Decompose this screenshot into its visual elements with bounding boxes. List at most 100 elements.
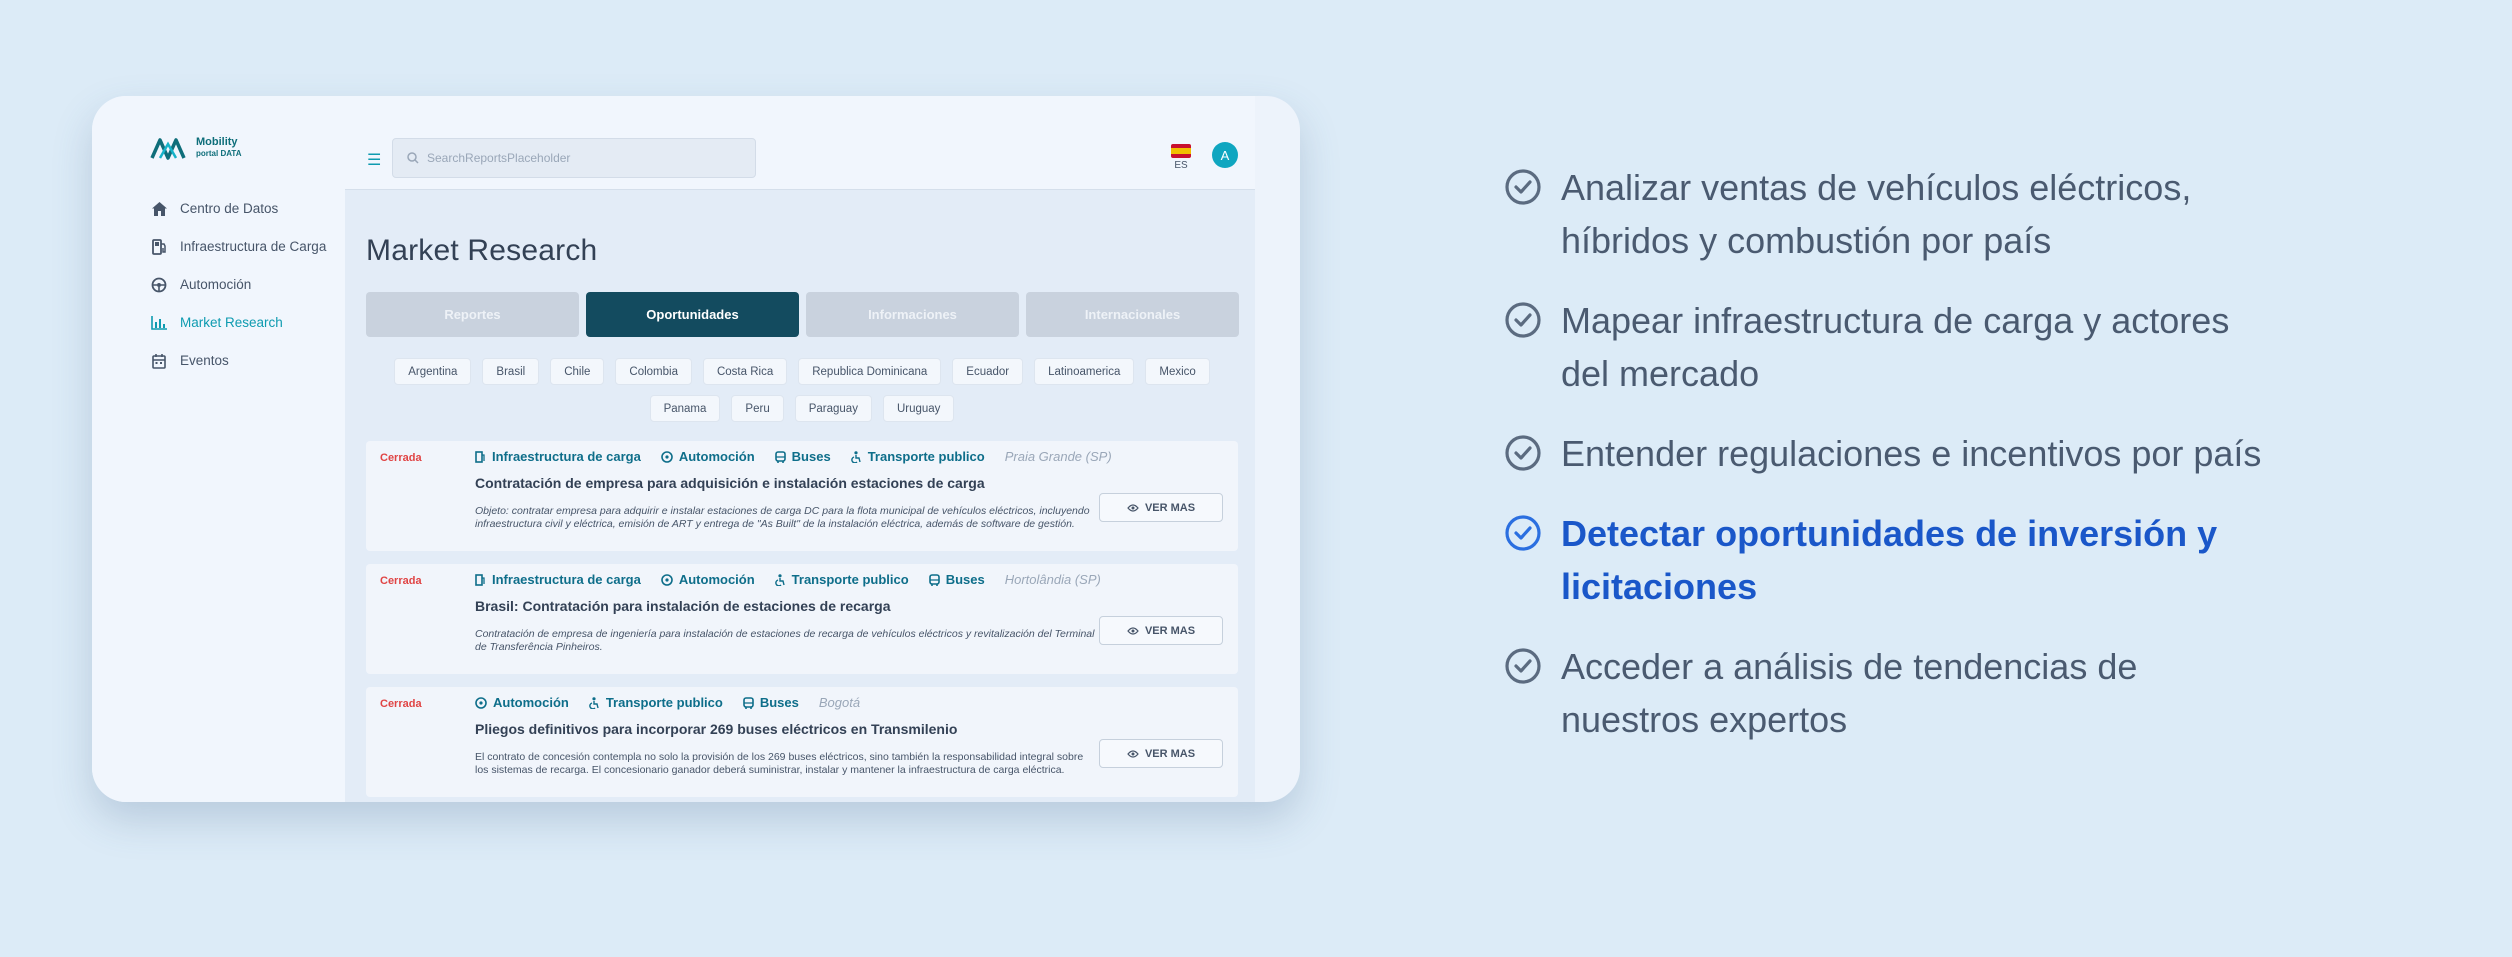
ver-mas-button[interactable]: VER MAS (1099, 739, 1223, 768)
feature-text: Detectar oportunidades de inversión y li… (1561, 513, 2218, 607)
tag-buses: Buses (928, 572, 985, 587)
status-badge: Cerrada (380, 698, 422, 710)
sidebar-item-label: Centro de Datos (180, 201, 279, 216)
tag-row: Automoción Transporte publico Buses Bogo… (475, 695, 860, 710)
sidebar-item-label: Infraestructura de Carga (180, 239, 327, 254)
eye-icon (1127, 626, 1139, 635)
tag-label: Buses (945, 572, 985, 587)
button-label: VER MAS (1144, 501, 1196, 514)
country-chip[interactable]: Argentina (394, 358, 472, 385)
sidebar-item-infraestructura[interactable]: Infraestructura de Carga (150, 238, 340, 256)
country-chip[interactable]: Panama (649, 395, 721, 422)
country-chip[interactable]: Mexico (1145, 358, 1210, 385)
tag-label: Infraestructura de carga (492, 572, 641, 587)
ver-mas-button[interactable]: VER MAS (1099, 616, 1223, 645)
home-icon (150, 200, 168, 218)
accessibility-icon (774, 573, 785, 586)
logo-text: Mobility portal DATA (196, 137, 241, 159)
country-chip[interactable]: Latinoamerica (1034, 358, 1135, 385)
tab-oportunidades[interactable]: Oportunidades (586, 292, 799, 337)
tag-label: Automoción (493, 695, 569, 710)
tag-label: Infraestructura de carga (492, 449, 641, 464)
ver-mas-button[interactable]: VER MAS (1099, 493, 1223, 522)
sidebar-item-centro-de-datos[interactable]: Centro de Datos (150, 200, 340, 218)
tag-automocion: Automoción (661, 572, 755, 587)
country-chip[interactable]: Uruguay (882, 395, 955, 422)
fuel-station-icon (475, 450, 485, 463)
sidebar-item-eventos[interactable]: Eventos (150, 352, 340, 370)
tab-reportes[interactable]: Reportes (366, 292, 579, 337)
tag-label: Automoción (678, 449, 755, 464)
bus-icon (928, 573, 940, 586)
tag-transporte: Transporte publico (589, 695, 723, 710)
bus-icon (774, 450, 786, 463)
search-input[interactable]: SearchReportsPlaceholder (392, 138, 756, 178)
tab-informaciones[interactable]: Informaciones (806, 292, 1019, 337)
page-title: Market Research (366, 234, 598, 267)
tab-internacionales[interactable]: Internacionales (1026, 292, 1239, 337)
status-badge: Cerrada (380, 452, 422, 464)
sidebar-item-label: Automoción (180, 277, 252, 292)
accessibility-icon (850, 450, 861, 463)
sidebar-item-label: Eventos (180, 353, 229, 368)
sidebar-item-label: Market Research (180, 315, 283, 330)
tag-row: Infraestructura de carga Automoción Tran… (475, 572, 1101, 587)
steering-wheel-icon (475, 696, 487, 709)
item-description: El contrato de concesión contempla no so… (475, 751, 1084, 776)
tag-label: Transporte publico (605, 695, 723, 710)
sidebar-item-automocion[interactable]: Automoción (150, 276, 340, 294)
main-content: ☰ SearchReportsPlaceholder ES A Market R… (345, 96, 1255, 802)
feature-item: Entender regulaciones e incentivos por p… (1503, 427, 2263, 480)
list-item: Cerrada Infraestructura de carga Automoc… (366, 564, 1238, 674)
feature-text: Analizar ventas de vehículos eléctricos,… (1561, 167, 2192, 261)
tag-infraestructura: Infraestructura de carga (475, 449, 641, 464)
avatar[interactable]: A (1212, 142, 1238, 168)
feature-text: Mapear infraestructura de carga y actore… (1561, 300, 2230, 394)
eye-icon (1127, 503, 1139, 512)
feature-list: Analizar ventas de vehículos eléctricos,… (1503, 161, 2263, 773)
tag-row: Infraestructura de carga Automoción Buse… (475, 449, 1112, 464)
feature-item-highlighted: Detectar oportunidades de inversión y li… (1503, 507, 2263, 613)
country-chip[interactable]: Peru (731, 395, 784, 422)
country-chip[interactable]: Paraguay (794, 395, 872, 422)
country-chip[interactable]: Chile (550, 358, 605, 385)
logo[interactable]: Mobility portal DATA (150, 136, 241, 160)
button-label: VER MAS (1144, 747, 1196, 760)
check-circle-icon (1505, 435, 1541, 471)
check-circle-icon (1505, 515, 1541, 551)
tag-label: Buses (759, 695, 799, 710)
country-chip[interactable]: Republica Dominicana (798, 358, 942, 385)
country-chip[interactable]: Costa Rica (702, 358, 788, 385)
location-label: Hortolândia (SP) (1004, 572, 1101, 587)
button-label: VER MAS (1144, 624, 1196, 637)
item-description: Contratación de empresa de ingeniería pa… (475, 628, 1095, 653)
sidebar: Mobility portal DATA Centro de Datos Inf… (92, 96, 345, 802)
item-description: Objeto: contratar empresa para adquirir … (475, 505, 1090, 530)
hamburger-menu-icon[interactable]: ☰ (367, 150, 381, 170)
tag-label: Automoción (678, 572, 755, 587)
bus-icon (743, 696, 754, 709)
tag-infraestructura: Infraestructura de carga (475, 572, 641, 587)
feature-text: Entender regulaciones e incentivos por p… (1561, 433, 2262, 474)
steering-wheel-icon (661, 573, 673, 586)
country-chip[interactable]: Colombia (615, 358, 692, 385)
country-chip[interactable]: Brasil (482, 358, 540, 385)
list-item: Cerrada Automoción Transporte publico Bu… (366, 687, 1238, 797)
item-title: Contratación de empresa para adquisición… (475, 475, 985, 491)
country-chip[interactable]: Ecuador (952, 358, 1024, 385)
steering-wheel-icon (150, 276, 168, 294)
eye-icon (1127, 749, 1139, 758)
accessibility-icon (589, 696, 599, 709)
feature-item: Mapear infraestructura de carga y actore… (1503, 294, 2263, 400)
language-label[interactable]: ES (1171, 160, 1191, 171)
tag-transporte: Transporte publico (774, 572, 909, 587)
tag-transporte: Transporte publico (850, 449, 985, 464)
tag-automocion: Automoción (661, 449, 755, 464)
location-label: Praia Grande (SP) (1004, 449, 1112, 464)
spain-flag-icon[interactable] (1171, 144, 1191, 158)
feature-item: Analizar ventas de vehículos eléctricos,… (1503, 161, 2263, 267)
steering-wheel-icon (661, 450, 673, 463)
fuel-station-icon (150, 238, 168, 256)
results-list: Cerrada Infraestructura de carga Automoc… (366, 441, 1238, 802)
sidebar-item-market-research[interactable]: Market Research (150, 314, 340, 332)
